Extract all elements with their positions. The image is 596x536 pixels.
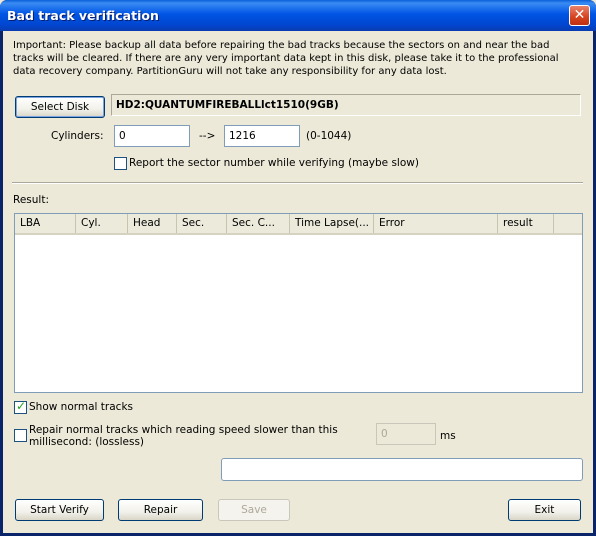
select-disk-button[interactable]: Select Disk <box>15 96 105 118</box>
dialog-body: Important: Please backup all data before… <box>3 31 593 533</box>
checkmark-icon: ✓ <box>16 399 27 413</box>
cylinder-to-input[interactable]: 1216 <box>224 125 300 147</box>
millisecond-input[interactable]: 0 <box>376 423 436 445</box>
column-header[interactable]: Error <box>374 214 498 233</box>
close-button[interactable]: ✕ <box>569 5 590 26</box>
column-header[interactable]: result <box>498 214 554 233</box>
dialog-window: Bad track verification ✕ Important: Plea… <box>0 0 596 536</box>
save-button[interactable]: Save <box>218 499 290 521</box>
column-header[interactable]: LBA <box>15 214 76 233</box>
column-header[interactable]: Head <box>128 214 177 233</box>
progress-bar <box>221 458 583 481</box>
exit-button[interactable]: Exit <box>508 499 581 521</box>
result-table-header: LBA Cyl. Head Sec. Sec. C... Time Lapse(… <box>15 214 582 235</box>
column-header[interactable]: Sec. <box>177 214 227 233</box>
cylinder-from-input[interactable]: 0 <box>114 125 190 147</box>
repair-slow-label: Repair normal tracks which reading speed… <box>29 424 338 448</box>
report-sector-checkbox[interactable] <box>114 157 127 170</box>
column-header[interactable]: Cyl. <box>76 214 128 233</box>
report-sector-label: Report the sector number while verifying… <box>129 157 419 169</box>
cylinders-label: Cylinders: <box>51 130 104 142</box>
divider <box>12 182 583 184</box>
repair-button[interactable]: Repair <box>118 499 203 521</box>
close-icon: ✕ <box>573 7 586 23</box>
column-header[interactable]: Sec. C... <box>227 214 290 233</box>
ms-unit-label: ms <box>440 430 456 442</box>
window-title: Bad track verification <box>7 8 159 23</box>
column-header[interactable]: Time Lapse(... <box>290 214 374 233</box>
show-normal-label: Show normal tracks <box>29 401 133 413</box>
result-label: Result: <box>13 194 49 206</box>
cylinder-arrow: --> <box>199 130 216 142</box>
repair-slow-checkbox[interactable] <box>14 429 27 442</box>
title-bar[interactable]: Bad track verification ✕ <box>0 0 596 31</box>
start-verify-button[interactable]: Start Verify <box>15 499 104 521</box>
cylinder-range: (0-1044) <box>306 130 352 142</box>
show-normal-checkbox[interactable]: ✓ <box>14 399 27 414</box>
result-table[interactable]: LBA Cyl. Head Sec. Sec. C... Time Lapse(… <box>14 213 583 393</box>
warning-notice: Important: Please backup all data before… <box>13 40 559 77</box>
selected-disk-name: HD2:QUANTUMFIREBALLlct1510(9GB) <box>111 94 581 116</box>
